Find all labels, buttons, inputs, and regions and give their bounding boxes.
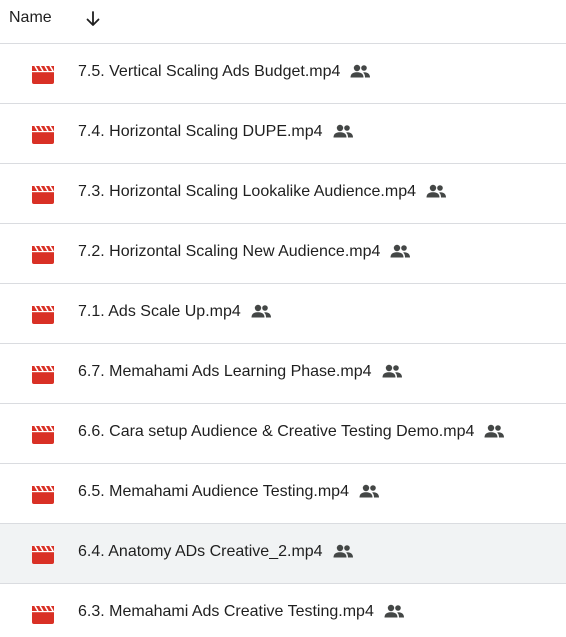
file-row[interactable]: 7.4. Horizontal Scaling DUPE.mp4 [0,104,566,164]
file-name-wrap: 7.4. Horizontal Scaling DUPE.mp4 [78,123,354,141]
shared-users-icon [349,64,371,78]
file-list-header: Name [0,0,566,44]
shared-users-icon [425,184,447,198]
video-file-icon [32,245,54,264]
video-file-icon [32,425,54,444]
file-row[interactable]: 7.2. Horizontal Scaling New Audience.mp4 [0,224,566,284]
shared-users-icon [358,484,380,498]
file-row[interactable]: 6.5. Memahami Audience Testing.mp4 [0,464,566,524]
video-file-icon [32,185,54,204]
video-file-icon [32,365,54,384]
file-name-wrap: 6.5. Memahami Audience Testing.mp4 [78,483,380,501]
file-list: 7.5. Vertical Scaling Ads Budget.mp4 7.4… [0,44,566,637]
file-name-wrap: 6.3. Memahami Ads Creative Testing.mp4 [78,603,405,621]
file-name[interactable]: 6.4. Anatomy ADs Creative_2.mp4 [78,543,323,561]
shared-users-icon [381,364,403,378]
video-file-icon [32,545,54,564]
file-name[interactable]: 7.5. Vertical Scaling Ads Budget.mp4 [78,63,340,81]
file-name[interactable]: 7.1. Ads Scale Up.mp4 [78,303,241,321]
file-row[interactable]: 6.7. Memahami Ads Learning Phase.mp4 [0,344,566,404]
name-column-header[interactable]: Name [9,9,52,27]
file-name-wrap: 7.2. Horizontal Scaling New Audience.mp4 [78,243,411,261]
shared-users-icon [332,124,354,138]
video-file-icon [32,605,54,624]
shared-users-icon [389,244,411,258]
file-row[interactable]: 6.3. Memahami Ads Creative Testing.mp4 [0,584,566,637]
video-file-icon [32,485,54,504]
file-name-wrap: 7.3. Horizontal Scaling Lookalike Audien… [78,183,447,201]
file-name[interactable]: 6.3. Memahami Ads Creative Testing.mp4 [78,603,374,621]
shared-users-icon [250,304,272,318]
arrow-down-icon[interactable] [84,10,102,28]
file-name[interactable]: 6.7. Memahami Ads Learning Phase.mp4 [78,363,372,381]
video-file-icon [32,125,54,144]
file-row[interactable]: 6.4. Anatomy ADs Creative_2.mp4 [0,524,566,584]
video-file-icon [32,305,54,324]
file-name-wrap: 7.5. Vertical Scaling Ads Budget.mp4 [78,63,371,81]
video-file-icon [32,65,54,84]
file-row[interactable]: 7.1. Ads Scale Up.mp4 [0,284,566,344]
file-name-wrap: 7.1. Ads Scale Up.mp4 [78,303,272,321]
file-name[interactable]: 6.5. Memahami Audience Testing.mp4 [78,483,349,501]
file-row[interactable]: 6.6. Cara setup Audience & Creative Test… [0,404,566,464]
file-name-wrap: 6.7. Memahami Ads Learning Phase.mp4 [78,363,403,381]
file-name-wrap: 6.6. Cara setup Audience & Creative Test… [78,423,505,441]
file-name-wrap: 6.4. Anatomy ADs Creative_2.mp4 [78,543,354,561]
shared-users-icon [383,604,405,618]
shared-users-icon [483,424,505,438]
file-name[interactable]: 7.4. Horizontal Scaling DUPE.mp4 [78,123,323,141]
file-row[interactable]: 7.3. Horizontal Scaling Lookalike Audien… [0,164,566,224]
file-row[interactable]: 7.5. Vertical Scaling Ads Budget.mp4 [0,44,566,104]
file-name[interactable]: 7.3. Horizontal Scaling Lookalike Audien… [78,183,416,201]
file-name[interactable]: 7.2. Horizontal Scaling New Audience.mp4 [78,243,380,261]
file-name[interactable]: 6.6. Cara setup Audience & Creative Test… [78,423,474,441]
shared-users-icon [332,544,354,558]
